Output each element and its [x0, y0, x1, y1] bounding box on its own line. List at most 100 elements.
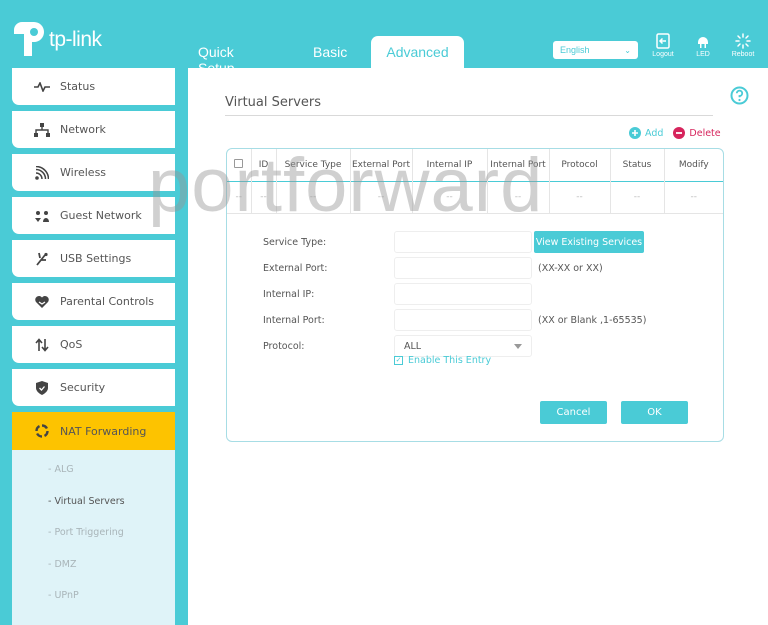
guest-icon: [34, 208, 50, 224]
cancel-button[interactable]: Cancel: [540, 401, 607, 424]
sidebar-item-nat-forwarding[interactable]: NAT Forwarding: [12, 412, 175, 450]
protocol-label: Protocol:: [263, 340, 305, 352]
caret-down-icon: [514, 343, 522, 349]
add-label: Add: [645, 127, 664, 139]
table-cell: --: [549, 181, 611, 214]
internal-port-label: Internal Port:: [263, 314, 325, 326]
updown-arrows-icon: [34, 337, 50, 353]
sidebar-item-parental-controls[interactable]: Parental Controls: [12, 283, 175, 320]
virtual-servers-table: ID Service Type External Port Internal I…: [226, 148, 724, 442]
protocol-select[interactable]: ALL: [394, 335, 532, 357]
ok-button[interactable]: OK: [621, 401, 688, 424]
table-cell: --: [412, 181, 488, 214]
pulse-icon: [34, 79, 50, 95]
submenu-item-dmz[interactable]: - DMZ: [12, 555, 175, 587]
sidebar-item-qos[interactable]: QoS: [12, 326, 175, 363]
sidebar-item-label: USB Settings: [60, 252, 132, 265]
logo-text: tp-link: [49, 28, 102, 51]
sidebar-item-guest-network[interactable]: Guest Network: [12, 197, 175, 234]
external-port-label: External Port:: [263, 262, 328, 274]
help-button[interactable]: [730, 86, 749, 109]
internal-port-hint: (XX or Blank ,1-65535): [538, 314, 647, 326]
select-all-checkbox[interactable]: [234, 158, 244, 168]
view-existing-services-button[interactable]: View Existing Services: [534, 231, 644, 253]
column-header: Internal Port: [487, 149, 550, 181]
sidebar-item-label: Wireless: [60, 166, 107, 179]
protocol-value: ALL: [404, 340, 422, 352]
wifi-icon: [34, 165, 50, 181]
tp-link-logo: tp-link: [12, 22, 102, 58]
add-button[interactable]: Add: [629, 127, 663, 139]
logout-icon: [656, 33, 670, 49]
internal-ip-row: Internal IP:: [263, 283, 532, 305]
sidebar-item-label: QoS: [60, 338, 83, 351]
sidebar-item-wireless[interactable]: Wireless: [12, 154, 175, 191]
column-header: ID: [251, 149, 277, 181]
usb-icon: [34, 251, 50, 267]
sidebar-item-usb-settings[interactable]: USB Settings: [12, 240, 175, 277]
submenu-item-port-triggering[interactable]: - Port Triggering: [12, 523, 175, 555]
submenu-item-alg[interactable]: - ALG: [12, 460, 175, 492]
external-port-input[interactable]: [394, 257, 532, 279]
internal-ip-label: Internal IP:: [263, 288, 315, 300]
table-cell: --: [487, 181, 550, 214]
language-select[interactable]: English ⌄: [553, 41, 638, 59]
reboot-button[interactable]: Reboot: [723, 33, 763, 58]
submenu-item-virtual-servers[interactable]: - Virtual Servers: [12, 492, 175, 524]
sidebar-item-status[interactable]: Status: [12, 68, 175, 105]
enable-entry-toggle[interactable]: ✓ Enable This Entry: [394, 355, 491, 366]
external-port-row: External Port: (XX-XX or XX): [263, 257, 603, 279]
led-icon: [698, 37, 708, 48]
table-row: -- -- -- -- -- -- -- -- --: [227, 181, 723, 214]
plus-circle-icon: [629, 127, 641, 139]
delete-button[interactable]: Delete: [673, 127, 721, 139]
help-icon: [730, 86, 749, 105]
reboot-label: Reboot: [731, 51, 755, 58]
sidebar: Status Network Wireless Guest Network US…: [12, 68, 175, 625]
led-label: LED: [696, 51, 710, 58]
tp-link-logo-icon: [14, 22, 44, 56]
main-panel: Virtual Servers Add Delete ID Service Ty…: [188, 68, 768, 625]
tab-advanced[interactable]: Advanced: [371, 36, 464, 68]
sidebar-item-label: Security: [60, 381, 106, 394]
column-header: Protocol: [549, 149, 611, 181]
sidebar-item-label: Parental Controls: [60, 295, 154, 308]
column-header: Status: [610, 149, 665, 181]
sidebar-item-network[interactable]: Network: [12, 111, 175, 148]
table-cell: --: [664, 181, 723, 214]
service-type-label: Service Type:: [263, 236, 327, 248]
column-header: Internal IP: [412, 149, 488, 181]
internal-ip-input[interactable]: [394, 283, 532, 305]
column-header: Modify: [678, 159, 709, 170]
service-type-row: Service Type: View Existing Services: [263, 231, 644, 253]
protocol-row: Protocol: ALL: [263, 335, 532, 357]
select-all-header: [227, 149, 252, 181]
table-cell: --: [251, 181, 277, 214]
main-tabs: Quick Setup Basic Advanced: [188, 36, 464, 76]
internal-port-row: Internal Port: (XX or Blank ,1-65535): [263, 309, 646, 331]
nat-icon: [34, 423, 50, 439]
submenu-item-upnp[interactable]: - UPnP: [12, 586, 175, 618]
internal-port-input[interactable]: [394, 309, 532, 331]
sidebar-item-label: Guest Network: [60, 209, 142, 222]
delete-label: Delete: [689, 127, 721, 139]
enable-entry-checkbox[interactable]: ✓: [394, 356, 403, 365]
sidebar-item-label: NAT Forwarding: [60, 424, 147, 438]
sidebar-item-security[interactable]: Security: [12, 369, 175, 406]
minus-circle-icon: [673, 127, 686, 139]
logout-button[interactable]: Logout: [643, 33, 683, 58]
service-type-input[interactable]: [394, 231, 532, 253]
tab-quick-setup[interactable]: Quick Setup: [188, 36, 283, 76]
table-cell: --: [227, 181, 252, 214]
enable-entry-label: Enable This Entry: [408, 355, 492, 366]
chevron-down-icon: ⌄: [624, 45, 631, 55]
table-cell: --: [276, 181, 351, 214]
led-button[interactable]: LED: [683, 33, 723, 58]
heart-icon: [34, 294, 50, 310]
external-port-hint: (XX-XX or XX): [538, 262, 603, 274]
table-cell: --: [350, 181, 413, 214]
title-divider: [225, 115, 713, 116]
tab-basic[interactable]: Basic: [283, 36, 371, 68]
column-header: External Port: [350, 149, 413, 181]
table-header-row: ID Service Type External Port Internal I…: [227, 149, 723, 181]
